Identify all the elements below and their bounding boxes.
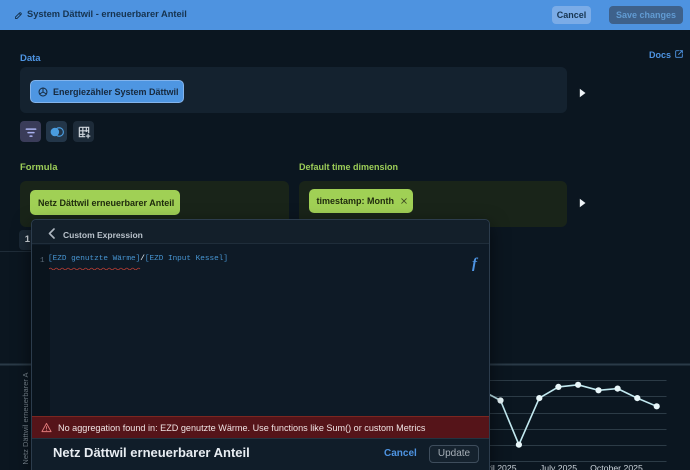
- svg-text:October 2025: October 2025: [590, 463, 643, 470]
- svg-text:July 2025: July 2025: [540, 463, 577, 470]
